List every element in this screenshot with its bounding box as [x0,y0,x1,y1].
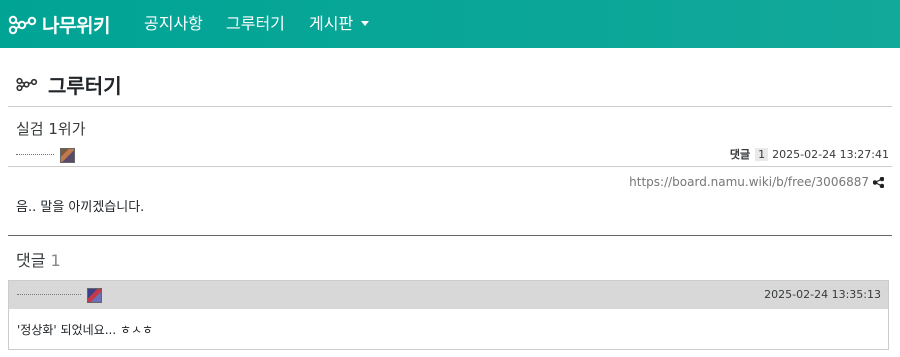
comment-header: 2025-02-24 13:35:13 [9,281,888,309]
share-icon[interactable] [873,177,884,188]
site-logo[interactable]: 나무위키 [8,10,110,38]
nav-stump[interactable]: 그루터기 [226,13,285,35]
page-title: 그루터기 [48,73,122,98]
author-avatar [60,147,75,163]
post-meta: 댓글 1 2025-02-24 13:27:41 [730,146,889,162]
comments-heading-count: 1 [50,251,61,270]
caret-down-icon [361,21,370,26]
post-permalink[interactable]: https://board.namu.wiki/b/free/3006887 [629,175,869,189]
nav-board-label: 게시판 [309,14,354,33]
comment-datetime: 2025-02-24 13:35:13 [764,288,881,301]
comment-author[interactable] [17,288,102,303]
comment-author-name-redacted [17,294,81,297]
brand-name: 나무위키 [42,14,110,37]
divider [8,235,892,236]
comments-heading: 댓글 1 [16,247,61,271]
divider [8,166,892,167]
post-title: 실검 1위가 [16,120,86,138]
comment-count-label: 댓글 [729,148,751,161]
namu-tree-icon [16,77,38,92]
top-navbar: 나무위키 공지사항 그루터기 게시판 [0,0,900,48]
comment-item: 2025-02-24 13:35:13 '정상화' 되었네요... ㅎㅅㅎ [8,280,889,350]
comment-count-badge: 1 [755,147,769,161]
nav-notice[interactable]: 공지사항 [144,13,203,35]
post-author[interactable] [16,147,75,163]
nav-board-dropdown[interactable]: 게시판 [309,13,370,35]
post-datetime: 2025-02-24 13:27:41 [772,147,889,161]
comment-body: '정상화' 되었네요... ㅎㅅㅎ [17,323,154,337]
page-header: 그루터기 [16,70,122,98]
post-body: 음.. 말을 아끼겠습니다. [16,200,145,215]
divider [8,106,892,107]
namu-tree-logo-icon [8,15,37,35]
author-name-redacted [16,153,54,157]
comment-author-avatar [87,288,102,303]
comments-heading-label: 댓글 [16,251,46,270]
